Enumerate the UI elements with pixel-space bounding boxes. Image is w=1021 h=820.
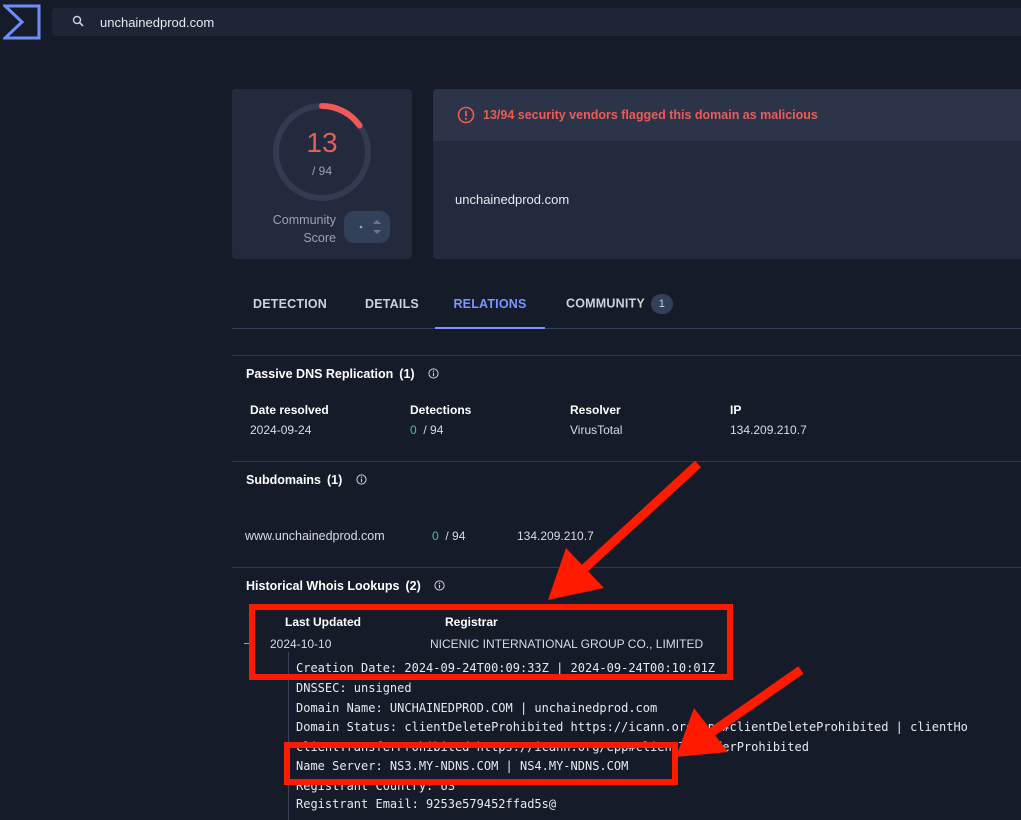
info-icon[interactable] bbox=[434, 580, 445, 591]
subdomain-ip[interactable]: 134.209.210.7 bbox=[517, 529, 594, 543]
resolution-detections: 0 / 94 bbox=[410, 423, 444, 437]
tab-community[interactable]: COMMUNITY 1 bbox=[566, 286, 673, 329]
subdomain-link[interactable]: www.unchainedprod.com bbox=[245, 529, 385, 543]
tab-bar: DETECTION DETAILS RELATIONS COMMUNITY 1 bbox=[232, 286, 1021, 329]
section-divider bbox=[232, 461, 1021, 462]
column-header: IP bbox=[730, 403, 742, 417]
search-bar[interactable] bbox=[52, 8, 1021, 36]
tab-details[interactable]: DETAILS bbox=[365, 286, 419, 329]
tab-relations[interactable]: RELATIONS bbox=[435, 286, 545, 329]
whois-title: Historical Whois Lookups (2) bbox=[246, 579, 445, 593]
detection-count: 13 bbox=[306, 127, 338, 158]
community-vote-button[interactable] bbox=[344, 211, 390, 243]
subdomains-title: Subdomains (1) bbox=[246, 473, 367, 487]
info-icon[interactable] bbox=[356, 474, 367, 485]
detection-total: / 94 bbox=[311, 164, 332, 178]
top-bar bbox=[0, 0, 1021, 46]
whois-line: DNSSEC: unsigned bbox=[296, 681, 412, 695]
info-icon[interactable] bbox=[428, 368, 439, 379]
column-header: Resolver bbox=[570, 403, 621, 417]
whois-line: Registrant Email: 9253e579452ffad5s@ bbox=[296, 797, 557, 811]
search-input[interactable] bbox=[100, 8, 1000, 36]
community-count-badge: 1 bbox=[650, 294, 673, 314]
subdomain-detections: 0 / 94 bbox=[432, 529, 466, 543]
whois-line: Domain Status: clientDeleteProhibited ht… bbox=[296, 720, 968, 734]
annotation-box-registrar bbox=[249, 604, 733, 680]
resolution-ip-link[interactable]: 134.209.210.7 bbox=[730, 423, 807, 437]
search-icon bbox=[72, 15, 84, 27]
column-header: Detections bbox=[410, 403, 472, 417]
section-divider bbox=[232, 567, 1021, 568]
alert-circle-icon bbox=[457, 106, 475, 124]
detection-score-card: 13 / 94 Community Score bbox=[232, 89, 412, 259]
passive-dns-title: Passive DNS Replication (1) bbox=[246, 367, 439, 381]
annotation-box-nameserver bbox=[284, 742, 678, 785]
tab-detection[interactable]: DETECTION bbox=[253, 286, 327, 329]
section-divider bbox=[232, 355, 1021, 356]
community-score-label: Community Score bbox=[272, 213, 336, 245]
column-header: Date resolved bbox=[250, 403, 329, 417]
virustotal-logo[interactable] bbox=[3, 4, 41, 40]
whois-line: Domain Name: UNCHAINEDPROD.COM | unchain… bbox=[296, 701, 658, 715]
vote-arrows-icon bbox=[359, 220, 381, 234]
domain-summary-card: 13/94 security vendors flagged this doma… bbox=[433, 89, 1021, 259]
resolver: VirusTotal bbox=[570, 423, 623, 437]
malicious-alert-banner: 13/94 security vendors flagged this doma… bbox=[433, 89, 1021, 141]
resolution-date: 2024-09-24 bbox=[250, 423, 312, 437]
domain-name: unchainedprod.com bbox=[455, 192, 570, 207]
alert-text: 13/94 security vendors flagged this doma… bbox=[483, 108, 818, 122]
